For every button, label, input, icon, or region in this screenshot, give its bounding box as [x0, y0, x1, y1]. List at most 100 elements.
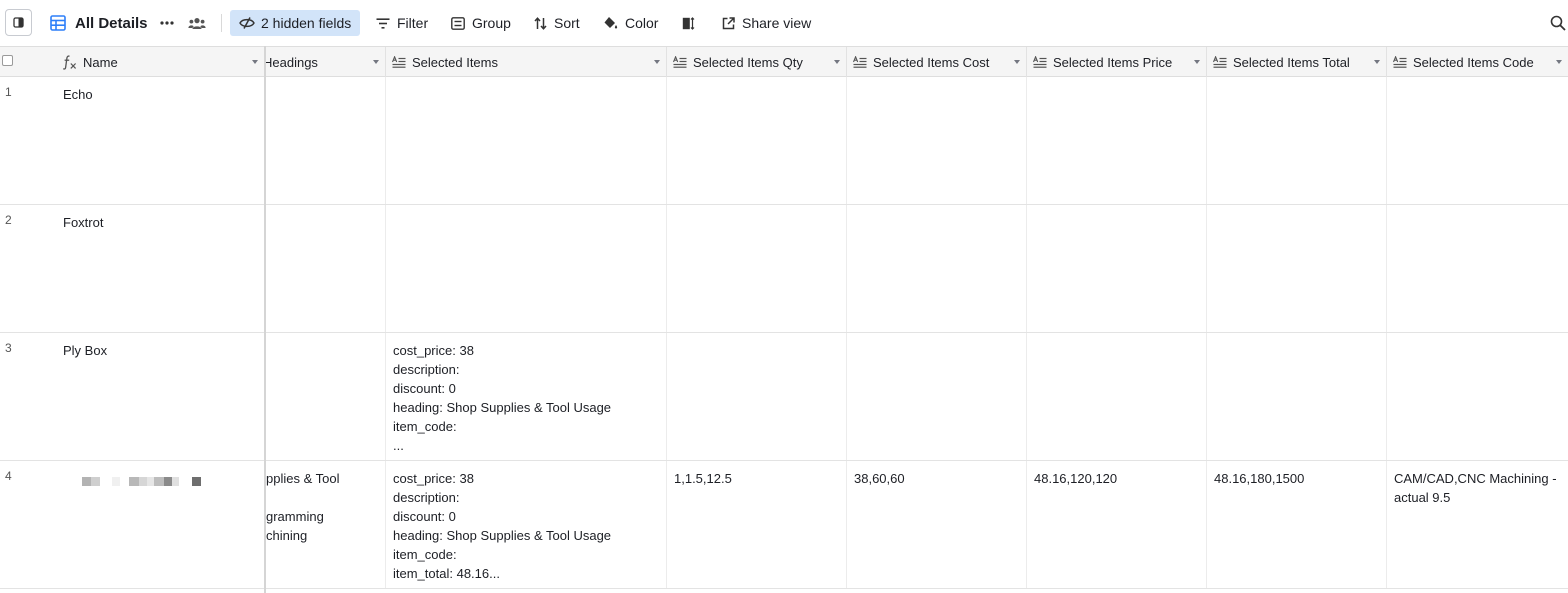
long-text-field-icon — [1213, 56, 1227, 68]
data-grid: Name Headings Selected Items Selected It… — [0, 46, 1568, 593]
name-cell[interactable]: Foxtrot — [56, 205, 278, 232]
filter-label: Filter — [397, 15, 429, 31]
sort-label: Sort — [554, 15, 580, 31]
name-cell[interactable] — [56, 461, 278, 486]
hidden-fields-button[interactable]: 2 hidden fields — [230, 10, 360, 36]
field-header-label: Selected Items Total — [1233, 54, 1350, 70]
selected-items-cell[interactable]: cost_price: 38 description: discount: 0 … — [386, 333, 667, 460]
color-label: Color — [625, 15, 659, 31]
selected-items-qty-cell[interactable] — [667, 205, 847, 332]
field-header-selected-items-cost[interactable]: Selected Items Cost — [847, 47, 1027, 77]
view-name: All Details — [75, 14, 148, 32]
sort-icon — [534, 16, 547, 30]
more-icon — [160, 21, 174, 25]
field-header-selected-items-qty[interactable]: Selected Items Qty — [667, 47, 847, 77]
long-text-field-icon — [1393, 56, 1407, 68]
group-button[interactable]: Group — [451, 10, 511, 36]
grid-view-icon — [50, 15, 66, 31]
field-menu-caret-icon[interactable] — [1374, 60, 1380, 64]
long-text-field-icon — [673, 56, 687, 68]
selected-items-code-cell[interactable] — [1387, 333, 1568, 460]
field-menu-caret-icon[interactable] — [1556, 60, 1562, 64]
field-menu-caret-icon[interactable] — [1194, 60, 1200, 64]
field-header-label: Selected Items Cost — [873, 54, 990, 70]
table-row[interactable]: 1 Echo — [0, 77, 1568, 205]
headings-cell[interactable] — [266, 333, 386, 460]
row-number: 2 — [5, 213, 12, 227]
selected-items-cost-cell[interactable] — [847, 205, 1027, 332]
field-header-selected-items-total[interactable]: Selected Items Total — [1207, 47, 1387, 77]
table-row[interactable]: 4 pplies & Tool gramming chining cost_pr… — [0, 461, 1568, 589]
hidden-fields-label: 2 hidden fields — [261, 15, 352, 31]
name-cell[interactable]: Echo — [56, 77, 278, 104]
search-button[interactable] — [1550, 10, 1566, 36]
hide-fields-icon — [239, 17, 255, 29]
people-icon — [188, 17, 206, 29]
selected-items-qty-cell[interactable] — [667, 333, 847, 460]
filter-icon — [376, 17, 390, 29]
frozen-column-border — [264, 77, 266, 593]
table-row[interactable]: 2 Foxtrot — [0, 205, 1568, 333]
selected-items-qty-cell[interactable]: 1,1.5,12.5 — [667, 461, 847, 588]
name-cell[interactable]: Ply Box — [56, 333, 278, 360]
long-text-field-icon — [853, 56, 867, 68]
field-header-selected-items-code[interactable]: Selected Items Code — [1387, 47, 1568, 77]
field-menu-caret-icon[interactable] — [1014, 60, 1020, 64]
sidebar-toggle-button[interactable] — [5, 9, 32, 36]
sidebar-toggle-icon — [13, 17, 24, 28]
table-row[interactable]: 3 Ply Box cost_price: 38 description: di… — [0, 333, 1568, 461]
selected-items-code-cell[interactable] — [1387, 77, 1568, 204]
selected-items-total-cell[interactable] — [1207, 333, 1387, 460]
selected-items-total-cell[interactable] — [1207, 77, 1387, 204]
filter-button[interactable]: Filter — [376, 10, 428, 36]
row-number: 3 — [5, 341, 12, 355]
field-header-label: Headings — [266, 54, 318, 70]
selected-items-code-cell[interactable]: CAM/CAD,CNC Machining - actual 9.5 — [1387, 461, 1568, 588]
selected-items-total-cell[interactable]: 48.16,180,1500 — [1207, 461, 1387, 588]
selected-items-total-cell[interactable] — [1207, 205, 1387, 332]
field-menu-caret-icon[interactable] — [373, 60, 379, 64]
field-header-selected-items[interactable]: Selected Items — [386, 47, 667, 77]
headings-cell[interactable]: pplies & Tool gramming chining — [266, 461, 386, 588]
field-header-label: Selected Items — [412, 54, 498, 70]
long-text-field-icon — [1033, 56, 1047, 68]
group-icon — [451, 16, 465, 30]
selected-items-cell[interactable] — [386, 205, 667, 332]
headings-cell[interactable] — [266, 77, 386, 204]
row-number: 1 — [5, 85, 12, 99]
selected-items-price-cell[interactable] — [1027, 77, 1207, 204]
view-toolbar: All Details 2 hidden fields Filter Group… — [0, 0, 1568, 46]
selected-items-cell[interactable]: cost_price: 38 description: discount: 0 … — [386, 461, 667, 588]
field-header-label: Selected Items Qty — [693, 54, 803, 70]
collaborators-button[interactable] — [188, 10, 206, 36]
selected-items-cell[interactable] — [386, 77, 667, 204]
row-height-button[interactable] — [682, 10, 695, 36]
redacted-name — [82, 476, 201, 487]
selected-items-cost-cell[interactable] — [847, 77, 1027, 204]
selected-items-price-cell[interactable] — [1027, 333, 1207, 460]
field-header-label: Selected Items Price — [1053, 54, 1173, 70]
field-menu-caret-icon[interactable] — [834, 60, 840, 64]
selected-items-qty-cell[interactable] — [667, 77, 847, 204]
selected-items-price-cell[interactable] — [1027, 205, 1207, 332]
view-switcher[interactable]: All Details — [50, 10, 148, 36]
view-menu-button[interactable] — [160, 10, 174, 36]
selected-items-price-cell[interactable]: 48.16,120,120 — [1027, 461, 1207, 588]
field-header-row-right: Headings Selected Items Selected Items Q… — [266, 46, 1568, 77]
selected-items-cost-cell[interactable] — [847, 333, 1027, 460]
share-view-button[interactable]: Share view — [722, 10, 811, 36]
selected-items-cost-cell[interactable]: 38,60,60 — [847, 461, 1027, 588]
long-text-field-icon — [392, 56, 406, 68]
field-header-headings[interactable]: Headings — [266, 47, 386, 77]
row-number: 4 — [5, 469, 12, 483]
field-header-selected-items-price[interactable]: Selected Items Price — [1027, 47, 1207, 77]
headings-cell[interactable] — [266, 205, 386, 332]
selected-items-code-cell[interactable] — [1387, 205, 1568, 332]
field-header-label: Selected Items Code — [1413, 54, 1534, 70]
paint-bucket-icon — [604, 17, 618, 29]
search-icon — [1550, 15, 1566, 31]
sort-button[interactable]: Sort — [534, 10, 580, 36]
color-button[interactable]: Color — [603, 10, 658, 36]
share-view-label: Share view — [742, 15, 812, 31]
field-menu-caret-icon[interactable] — [654, 60, 660, 64]
